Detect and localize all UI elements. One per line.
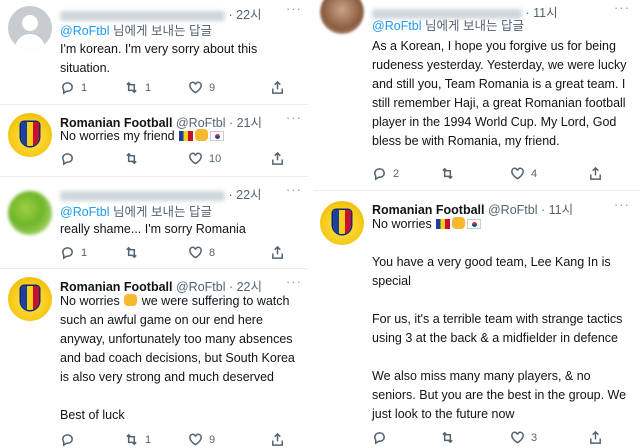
- tweet-text: No worries You have a very good team, Le…: [372, 217, 627, 421]
- more-icon[interactable]: ···: [286, 110, 302, 125]
- reply-mention-link[interactable]: @RoFtbl: [60, 205, 110, 219]
- tweet-text: As a Korean, I hope you forgive us for b…: [372, 39, 627, 148]
- reply-icon: [62, 434, 73, 447]
- tweet-roftbl-long-answer[interactable]: Romanian Football @RoFtbl · 11시 ··· No w…: [314, 191, 640, 448]
- reply-button[interactable]: [372, 430, 393, 445]
- tweet-actions: 1 9: [60, 432, 300, 448]
- tweet-text: No worries my friend: [60, 127, 300, 146]
- retweet-icon: [442, 431, 453, 444]
- retweet-button[interactable]: 1: [124, 80, 151, 95]
- tweet-actions: 10: [60, 151, 300, 167]
- retweet-icon: [126, 433, 137, 446]
- tweet-actions: 1 8: [60, 245, 300, 261]
- more-icon[interactable]: ···: [286, 182, 302, 197]
- replying-to: @RoFtbl 님에게 보내는 답글: [60, 24, 212, 38]
- share-icon: [590, 166, 601, 180]
- retweet-button[interactable]: [124, 245, 145, 260]
- retweet-button[interactable]: [124, 151, 145, 166]
- handshake-icon: [195, 129, 209, 141]
- thumbs-up-icon: [124, 294, 138, 306]
- tweet-korean-forgive[interactable]: · 11시 ··· @RoFtbl 님에게 보내는 답글 As a Korean…: [314, 0, 640, 188]
- tweet-text: really shame... I'm sorry Romania: [60, 222, 246, 236]
- retweet-icon: [442, 167, 453, 180]
- reply-button[interactable]: [60, 151, 81, 166]
- retweet-icon: [126, 81, 137, 94]
- left-thread: · 22시 ··· @RoFtbl 님에게 보내는 답글 I'm korean.…: [0, 0, 308, 448]
- share-icon: [272, 151, 283, 165]
- reply-button[interactable]: 1: [60, 80, 87, 95]
- share-button[interactable]: [270, 80, 285, 95]
- reply-mention-link[interactable]: @RoFtbl: [60, 24, 110, 38]
- reply-button[interactable]: [60, 432, 81, 447]
- avatar-romanian-football[interactable]: [320, 201, 364, 245]
- korea-flag-icon: [210, 131, 225, 141]
- like-icon: [189, 433, 202, 446]
- tweet-roftbl-reply[interactable]: Romanian Football @RoFtbl · 21시 ··· No w…: [0, 105, 308, 173]
- reply-mention-link[interactable]: @RoFtbl: [372, 19, 422, 33]
- share-icon: [272, 245, 283, 259]
- tweet-time: · 22시: [228, 188, 262, 202]
- tweet-korean-shame[interactable]: · 22시 ··· @RoFtbl 님에게 보내는 답글 really sham…: [0, 177, 308, 265]
- retweet-icon: [126, 246, 137, 259]
- like-icon: [511, 167, 524, 180]
- tweet-text: I'm korean. I'm very sorry about this si…: [60, 42, 258, 75]
- like-button[interactable]: 8: [188, 245, 215, 260]
- like-icon: [189, 246, 202, 259]
- like-button[interactable]: 9: [188, 432, 215, 447]
- share-icon: [272, 432, 283, 446]
- tweet-actions: 2 4: [372, 166, 634, 182]
- handshake-icon: [452, 217, 466, 229]
- tweet-actions: 1 1 9: [60, 80, 300, 96]
- tweet-roftbl-long-reply[interactable]: Romanian Football @RoFtbl · 22시 ··· No w…: [0, 269, 308, 448]
- romania-flag-icon: [436, 219, 451, 229]
- share-button[interactable]: [588, 166, 603, 181]
- right-thread: · 11시 ··· @RoFtbl 님에게 보내는 답글 As a Korean…: [314, 0, 640, 448]
- avatar-blurred[interactable]: [320, 0, 364, 34]
- share-icon: [590, 430, 601, 444]
- like-icon: [189, 152, 202, 165]
- tweet-korean-apology[interactable]: · 22시 ··· @RoFtbl 님에게 보내는 답글 I'm korean.…: [0, 0, 308, 100]
- retweet-button[interactable]: [440, 166, 461, 181]
- romania-flag-icon: [179, 131, 194, 141]
- like-button[interactable]: 10: [188, 151, 221, 166]
- retweet-button[interactable]: [440, 430, 461, 445]
- retweet-button[interactable]: 1: [124, 432, 151, 447]
- reply-button[interactable]: 1: [60, 245, 87, 260]
- retweet-icon: [126, 152, 137, 165]
- tweet-time: · 22시: [228, 8, 262, 22]
- like-button[interactable]: 3: [510, 430, 537, 445]
- share-icon: [272, 80, 283, 94]
- reply-icon: [62, 153, 73, 166]
- replying-to: @RoFtbl 님에게 보내는 답글: [372, 19, 524, 33]
- more-icon[interactable]: ···: [286, 1, 302, 16]
- share-button[interactable]: [270, 245, 285, 260]
- replying-to: @RoFtbl 님에게 보내는 답글: [60, 205, 212, 219]
- reply-icon: [374, 168, 385, 181]
- like-icon: [511, 431, 524, 444]
- avatar-romanian-football[interactable]: [8, 277, 52, 321]
- more-icon[interactable]: ···: [286, 274, 302, 289]
- share-button[interactable]: [270, 151, 285, 166]
- blurred-username: [60, 190, 225, 201]
- tweet-actions: 3: [372, 430, 634, 446]
- like-button[interactable]: 4: [510, 166, 537, 181]
- reply-icon: [62, 82, 73, 95]
- avatar-default[interactable]: [8, 6, 52, 50]
- like-button[interactable]: 9: [188, 80, 215, 95]
- avatar-blurred[interactable]: [8, 191, 52, 235]
- reply-icon: [62, 247, 73, 260]
- share-button[interactable]: [588, 430, 603, 445]
- more-icon[interactable]: ···: [614, 197, 630, 212]
- like-icon: [189, 81, 202, 94]
- reply-button[interactable]: 2: [372, 166, 399, 181]
- share-button[interactable]: [270, 432, 285, 447]
- korea-flag-icon: [467, 219, 482, 229]
- tweet-time: · 11시: [525, 6, 558, 20]
- reply-icon: [374, 432, 385, 445]
- avatar-romanian-football[interactable]: [8, 113, 52, 157]
- more-icon[interactable]: ···: [614, 0, 630, 15]
- tweet-text: No worries we were suffering to watch su…: [60, 294, 295, 422]
